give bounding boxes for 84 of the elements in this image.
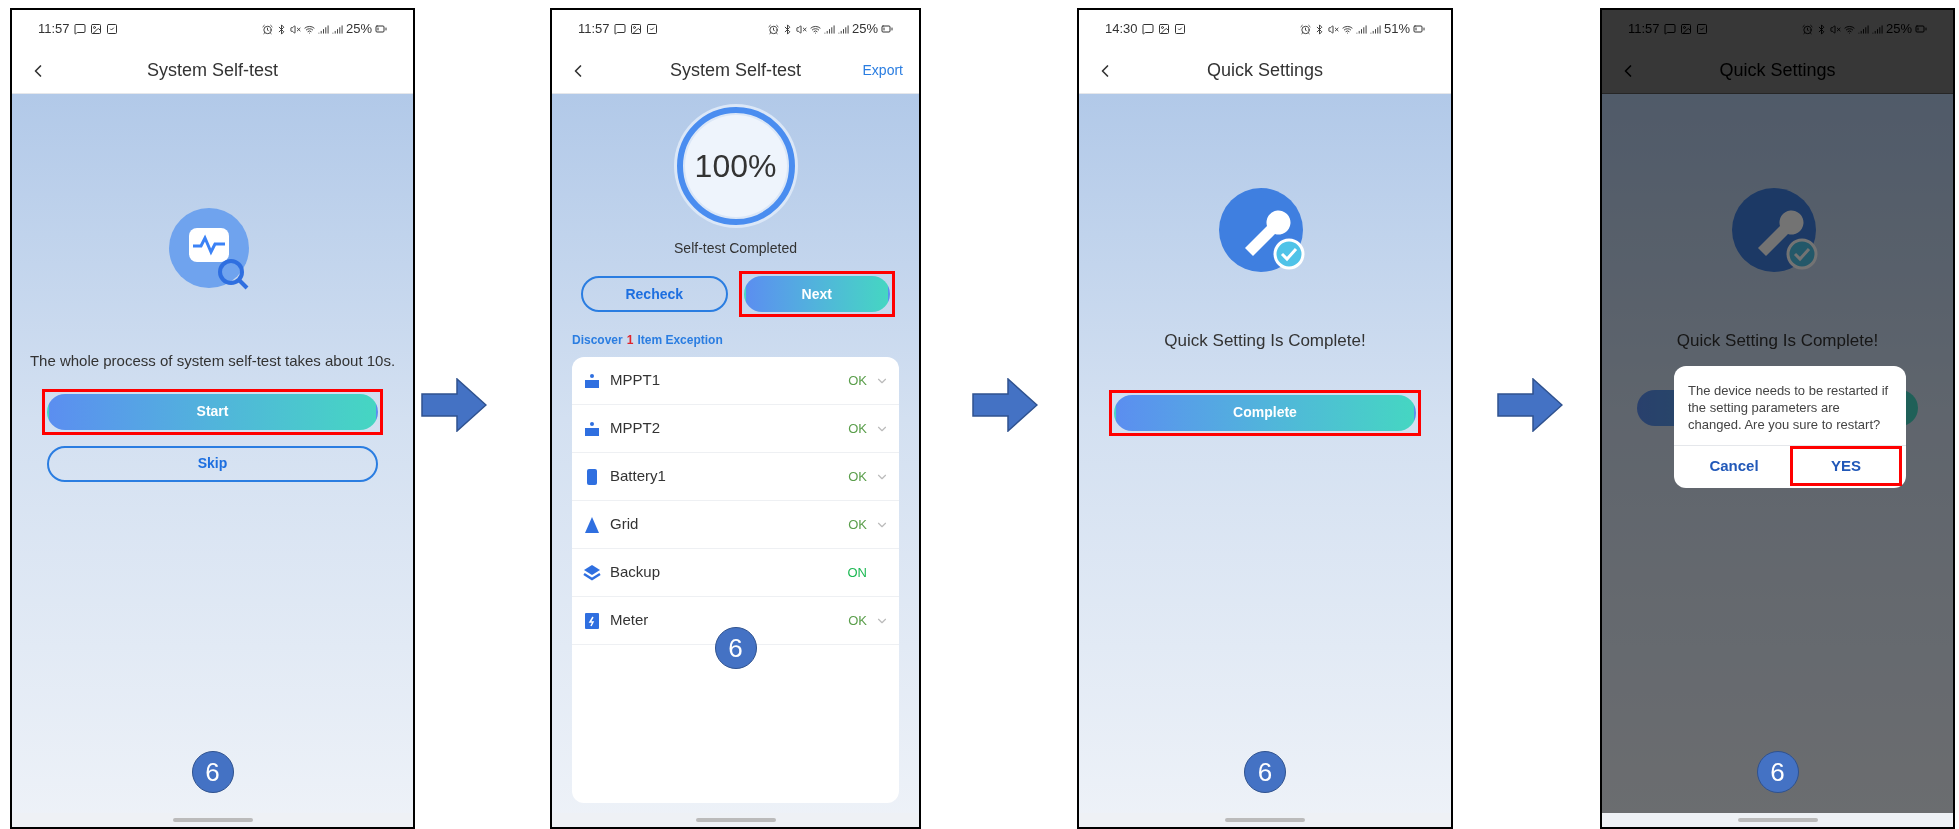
item-status: OK: [848, 515, 867, 534]
layers-icon: [582, 562, 602, 583]
complete-text: Quick Setting Is Complete!: [1164, 330, 1366, 352]
item-status: OK: [848, 467, 867, 486]
signal-icon: [1369, 23, 1381, 35]
screen-title: Quick Settings: [1206, 59, 1324, 82]
item-name: Battery1: [610, 466, 666, 487]
check-item-row[interactable]: Battery1 OK: [572, 453, 899, 501]
gallery-icon: [89, 23, 102, 35]
right-arrow-icon: [972, 378, 1038, 432]
dialog-message: The device needs to be restarted if the setting parameters are changed. Are you sure to restart?: [1687, 382, 1890, 434]
step-number: 6: [1244, 751, 1286, 793]
summary-label: Item Exception: [637, 332, 723, 349]
item-name: Meter: [610, 610, 649, 631]
screen-title: System Self-test: [147, 59, 278, 82]
summary-label: Discover: [572, 332, 623, 349]
alarm-icon: [1801, 23, 1813, 35]
status-time: 11:57: [578, 20, 610, 39]
status-time: 11:57: [38, 20, 70, 39]
item-name: MPPT1: [610, 370, 660, 391]
checkbox-icon: [105, 23, 118, 35]
alarm-icon: [261, 23, 273, 35]
gallery-icon: [1679, 23, 1692, 35]
item-name: Grid: [610, 514, 639, 535]
signal-icon: [1857, 23, 1869, 35]
signal-icon: [1355, 23, 1367, 35]
mute-icon: [795, 23, 807, 35]
complete-text: Quick Setting Is Complete!: [1676, 330, 1879, 352]
info-text: The whole process of system self-test takes about 10s.: [29, 351, 396, 371]
check-item-row[interactable]: Backup ON: [572, 549, 899, 597]
exception-count: 1: [626, 332, 634, 349]
status-text: Self-test Completed: [674, 239, 797, 258]
gallery-icon: [629, 23, 642, 35]
wifi-icon: [303, 23, 315, 35]
item-name: Backup: [610, 562, 661, 583]
step-number: 6: [191, 751, 234, 793]
alarm-icon: [767, 23, 779, 35]
notification-icon: [1141, 23, 1154, 35]
battery-icon: [1413, 23, 1425, 35]
step-number: 6: [714, 627, 757, 669]
wifi-icon: [1341, 23, 1353, 35]
right-arrow-icon: [421, 378, 487, 432]
item-status: OK: [848, 611, 867, 630]
item-status: ON: [847, 563, 867, 582]
notification-icon: [1663, 23, 1676, 35]
status-time: 14:30: [1105, 20, 1138, 39]
item-name: MPPT2: [610, 418, 660, 439]
dialog-button[interactable]: YES: [1795, 451, 1897, 481]
mute-icon: [1327, 23, 1339, 35]
item-status: OK: [848, 371, 867, 390]
check-item-row[interactable]: Grid OK: [572, 501, 899, 549]
signal-icon: [331, 23, 343, 35]
export-link[interactable]: Export: [862, 60, 903, 81]
screen-title: System Self-test: [670, 59, 801, 82]
right-arrow-icon: [1497, 378, 1563, 432]
notification-icon: [613, 23, 626, 35]
wifi-icon: [809, 23, 821, 35]
battery-icon: [881, 23, 893, 35]
check-item-row[interactable]: MPPT1 OK: [572, 357, 899, 405]
battery-percent: 25%: [345, 20, 372, 39]
dialog-button[interactable]: Cancel: [1683, 451, 1785, 481]
battery-percent: 51%: [1383, 20, 1410, 39]
mute-icon: [289, 23, 301, 35]
mute-icon: [1829, 23, 1841, 35]
signal-icon: [837, 23, 849, 35]
signal-icon: [823, 23, 835, 35]
gallery-icon: [1157, 23, 1170, 35]
signal-icon: [1871, 23, 1883, 35]
step-number: 6: [1756, 751, 1799, 793]
signal-icon: [317, 23, 329, 35]
checkbox-icon: [645, 23, 658, 35]
notification-icon: [73, 23, 86, 35]
battery-icon: [375, 23, 387, 35]
meter-icon: [582, 610, 602, 631]
battery-icon: [1915, 23, 1927, 35]
check-item-row[interactable]: MPPT2 OK: [572, 405, 899, 453]
item-status: OK: [848, 419, 867, 438]
checkbox-icon: [1695, 23, 1708, 35]
outline-button[interactable]: Skip: [47, 445, 378, 482]
battery-percent: 25%: [851, 20, 878, 39]
progress-reading: 100%: [694, 147, 777, 186]
alarm-icon: [1299, 23, 1311, 35]
checkbox-icon: [1173, 23, 1186, 35]
wifi-icon: [1843, 23, 1855, 35]
